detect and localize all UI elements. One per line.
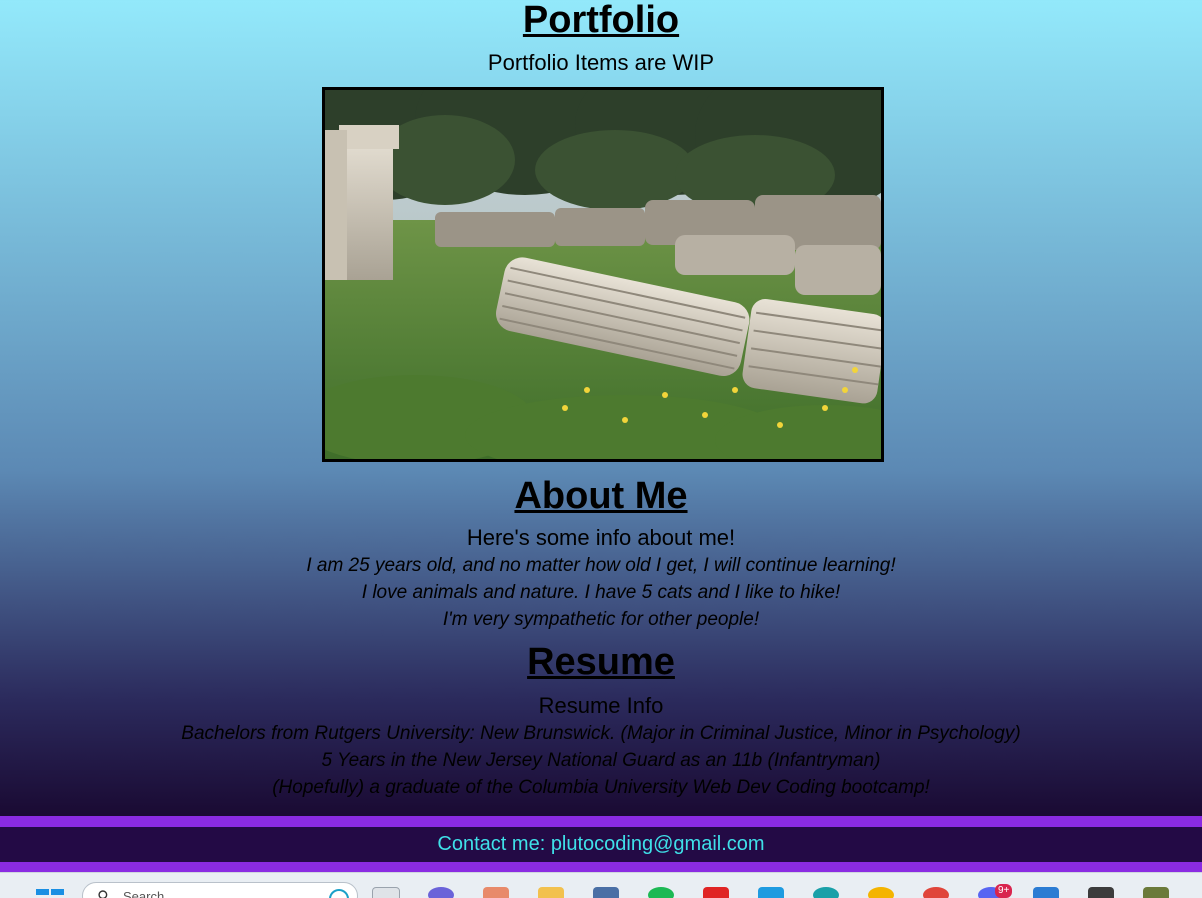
edge-icon[interactable] bbox=[813, 887, 839, 898]
chrome-active-icon[interactable] bbox=[868, 887, 894, 898]
about-line: I'm very sympathetic for other people! bbox=[442, 609, 760, 630]
spotify-icon[interactable] bbox=[648, 887, 674, 898]
footer: Contact me: plutocoding@gmail.com bbox=[0, 827, 1202, 862]
app-icon[interactable] bbox=[593, 887, 619, 898]
meet-icon[interactable] bbox=[428, 887, 454, 898]
store-icon[interactable] bbox=[758, 887, 784, 898]
taskbar-search-input[interactable]: ⚲ Search bbox=[82, 882, 358, 898]
chrome-icon[interactable] bbox=[923, 887, 949, 898]
about-details: I am 25 years old, and no matter how old… bbox=[0, 552, 1202, 633]
portfolio-subtitle: Portfolio Items are WIP bbox=[487, 50, 715, 75]
footer-accent-bar-bottom bbox=[0, 862, 1202, 872]
notification-badge: 9+ bbox=[995, 884, 1013, 898]
about-subtitle: Here's some info about me! bbox=[466, 525, 736, 550]
resume-line: 5 Years in the New Jersey National Guard… bbox=[321, 750, 881, 771]
resume-subtitle: Resume Info bbox=[538, 693, 664, 718]
contact-label: Contact me: bbox=[437, 833, 551, 855]
contact-email-link[interactable]: plutocoding@gmail.com bbox=[551, 833, 765, 855]
portfolio-image bbox=[322, 87, 884, 462]
about-section-header: About Me bbox=[0, 476, 1202, 516]
about-title: About Me bbox=[514, 475, 688, 517]
terminal-icon[interactable] bbox=[1088, 887, 1114, 898]
resume-line: Bachelors from Rutgers University: New B… bbox=[181, 723, 1021, 744]
ruins-photo-illustration bbox=[325, 90, 881, 459]
about-line: I love animals and nature. I have 5 cats… bbox=[361, 582, 841, 603]
contact-line: Contact me: plutocoding@gmail.com bbox=[0, 827, 1202, 862]
search-icon: ⚲ bbox=[97, 889, 109, 898]
os-taskbar: ⚲ Search 9+ bbox=[0, 872, 1202, 898]
footer-accent-bar bbox=[0, 816, 1202, 827]
resume-line: (Hopefully) a graduate of the Columbia U… bbox=[272, 777, 930, 798]
file-explorer-icon[interactable] bbox=[538, 887, 564, 898]
portfolio-title: Portfolio bbox=[522, 0, 680, 41]
portfolio-section-header: Portfolio bbox=[0, 0, 1202, 40]
paint-icon[interactable] bbox=[483, 887, 509, 898]
resume-details: Bachelors from Rutgers University: New B… bbox=[0, 720, 1202, 801]
about-line: I am 25 years old, and no matter how old… bbox=[306, 555, 896, 576]
vscode-icon[interactable] bbox=[1033, 887, 1059, 898]
resume-title: Resume bbox=[527, 641, 675, 683]
task-view-icon[interactable] bbox=[372, 887, 400, 898]
resume-section-header: Resume bbox=[0, 642, 1202, 682]
game-icon[interactable] bbox=[1143, 887, 1169, 898]
video-app-icon[interactable] bbox=[703, 887, 729, 898]
